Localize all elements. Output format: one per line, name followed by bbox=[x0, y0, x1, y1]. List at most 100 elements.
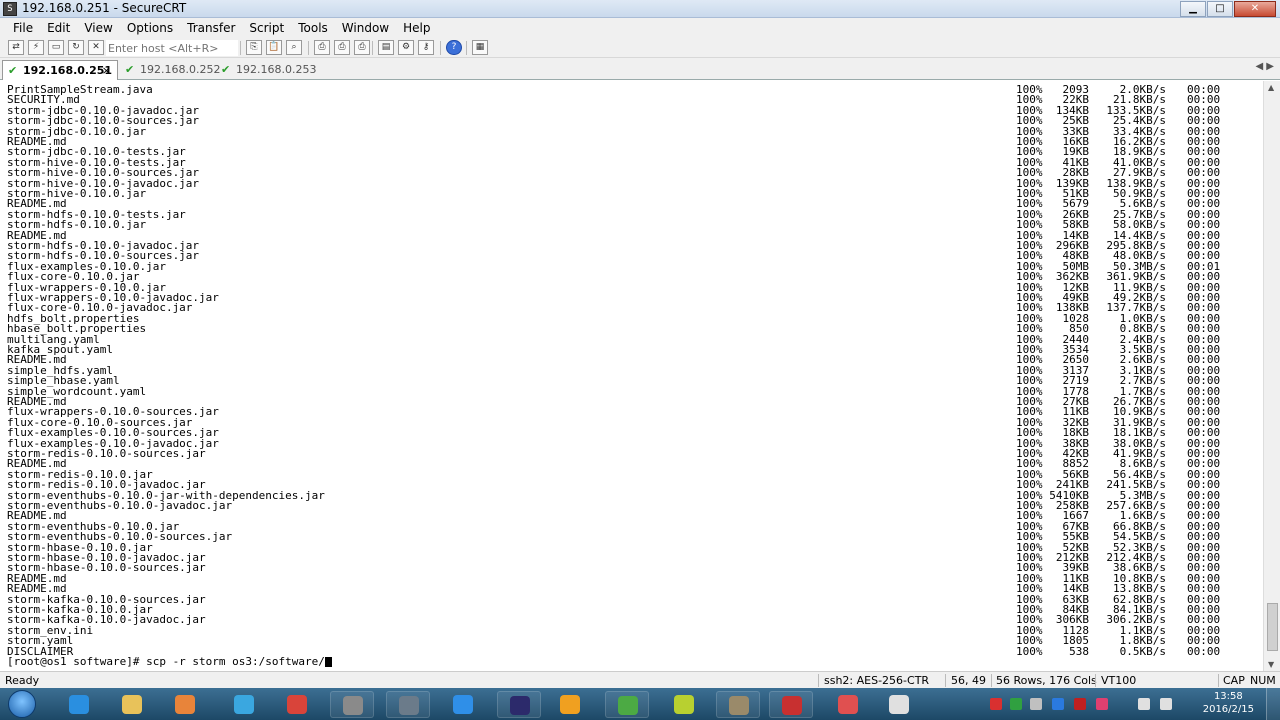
notes-taskbar-button[interactable] bbox=[441, 691, 485, 718]
scroll-down-icon[interactable]: ▼ bbox=[1268, 660, 1274, 669]
pdf-icon bbox=[782, 696, 802, 715]
status-caps-lock: CAP bbox=[1223, 674, 1245, 687]
network-taskbar-button[interactable] bbox=[222, 691, 266, 718]
notes-icon bbox=[453, 695, 473, 714]
tray-app-gray-icon[interactable] bbox=[1030, 698, 1042, 710]
tray-app-pink-icon[interactable] bbox=[1096, 698, 1108, 710]
session-tab-bar: ◀ ▶ ✔ 192.168.0.251 × ✔ 192.168.0.252 ✔ 192.16… bbox=[0, 58, 1280, 80]
command-text: [root@os1 software]# scp -r storm os3:/s… bbox=[7, 655, 325, 668]
eclipse-icon bbox=[510, 696, 530, 715]
virtualbox-icon bbox=[560, 695, 580, 714]
menu-file[interactable]: File bbox=[6, 18, 40, 38]
menu-help[interactable]: Help bbox=[396, 18, 437, 38]
close-tab-icon[interactable]: × bbox=[102, 61, 111, 80]
internet-explorer-taskbar-button[interactable] bbox=[57, 691, 101, 718]
help-icon[interactable]: ? bbox=[446, 40, 462, 55]
system-clock[interactable]: 13:58 2016/2/15 bbox=[1203, 690, 1254, 716]
menu-options[interactable]: Options bbox=[120, 18, 180, 38]
mindmap-taskbar-button[interactable] bbox=[662, 691, 706, 718]
tab-session-3[interactable]: ✔ 192.168.0.253 bbox=[216, 60, 316, 80]
close-button[interactable]: ✕ bbox=[1234, 1, 1276, 17]
menu-script[interactable]: Script bbox=[242, 18, 291, 38]
sogou-icon bbox=[889, 695, 909, 714]
window-titlebar[interactable]: S 192.168.0.251 - SecureCRT ▁ □ ✕ bbox=[0, 0, 1280, 18]
ftp-transfer-icon bbox=[729, 696, 749, 715]
print-setup-icon[interactable]: ⎙ bbox=[354, 40, 370, 55]
toolbar: ⇄ ⚡ ▭ ↻ ✕ ⎘ 📋 ⌕ ⎙ ⎙ ⎙ ▤ ⚙ ⚷? ▦ bbox=[0, 38, 1280, 58]
transfer-pct: 100% bbox=[1016, 644, 1043, 658]
window-title: 192.168.0.251 - SecureCRT bbox=[22, 1, 187, 15]
print-icon[interactable]: ⎙ bbox=[314, 40, 330, 55]
tab-session-2[interactable]: ✔ 192.168.0.252 bbox=[120, 60, 220, 80]
print-selection-icon[interactable]: ⎙ bbox=[334, 40, 350, 55]
tray-app-red-icon[interactable] bbox=[990, 698, 1002, 710]
ftp-transfer-taskbar-button[interactable] bbox=[716, 691, 760, 718]
menu-view[interactable]: View bbox=[77, 18, 119, 38]
tab-label: 192.168.0.253 bbox=[236, 63, 317, 76]
virtualbox-taskbar-button[interactable] bbox=[548, 691, 592, 718]
eclipse-taskbar-button[interactable] bbox=[497, 691, 541, 718]
tray-app-green-icon[interactable] bbox=[1010, 698, 1022, 710]
enter-host-input[interactable] bbox=[106, 40, 238, 56]
windows-taskbar: 13:58 2016/2/15 bbox=[0, 688, 1280, 720]
text-cursor bbox=[324, 657, 332, 667]
status-emulation: VT100 bbox=[1101, 674, 1137, 687]
maximize-button[interactable]: □ bbox=[1207, 1, 1233, 17]
connect-icon[interactable]: ⇄ bbox=[8, 40, 24, 55]
securecrt-app-icon: S bbox=[3, 2, 17, 16]
tab-session-1[interactable]: ✔ 192.168.0.251 × bbox=[2, 60, 118, 80]
remote-desktop-taskbar-button[interactable] bbox=[386, 691, 430, 718]
tray-bluetooth-icon[interactable] bbox=[1052, 698, 1064, 710]
menu-edit[interactable]: Edit bbox=[40, 18, 77, 38]
terminal-output[interactable]: PrintSampleStream.java 100% 2093 2.0KB/s 00:… bbox=[0, 81, 1262, 671]
network-icon bbox=[234, 695, 254, 714]
start-button[interactable] bbox=[8, 690, 36, 718]
status-cursor-position: 56, 49 bbox=[951, 674, 986, 687]
tab-scroll-arrows-icon[interactable]: ◀ ▶ bbox=[1255, 61, 1274, 72]
menu-bar: File Edit View Options Transfer Script Tools Wi… bbox=[0, 18, 1280, 38]
menu-transfer[interactable]: Transfer bbox=[180, 18, 242, 38]
connected-check-icon: ✔ bbox=[125, 63, 135, 76]
show-desktop-button[interactable] bbox=[1266, 688, 1280, 720]
file-explorer-icon bbox=[122, 695, 142, 714]
pencil-tool-icon bbox=[838, 695, 858, 714]
connect-in-tab-icon[interactable]: ▭ bbox=[48, 40, 64, 55]
media-player-taskbar-button[interactable] bbox=[163, 691, 207, 718]
find-icon[interactable]: ⌕ bbox=[286, 40, 302, 55]
options-icon[interactable]: ⚙ bbox=[398, 40, 414, 55]
ftp-client-taskbar-button[interactable] bbox=[330, 691, 374, 718]
pencil-tool-taskbar-button[interactable] bbox=[826, 691, 870, 718]
securecrt-taskbar-button[interactable] bbox=[605, 691, 649, 718]
paste-icon[interactable]: 📋 bbox=[266, 40, 282, 55]
keymap-icon[interactable]: ⚷ bbox=[418, 40, 434, 55]
tab-label: 192.168.0.252 bbox=[140, 63, 221, 76]
scrollbar-thumb[interactable] bbox=[1267, 603, 1278, 651]
tray-security-icon[interactable] bbox=[1074, 698, 1086, 710]
chrome-taskbar-button[interactable] bbox=[275, 691, 319, 718]
reconnect-icon[interactable]: ↻ bbox=[68, 40, 84, 55]
media-player-icon bbox=[175, 695, 195, 714]
command-prompt-line[interactable]: [root@os1 software]# scp -r storm os3:/s… bbox=[7, 655, 332, 668]
mindmap-icon bbox=[674, 695, 694, 714]
tray-volume-icon[interactable] bbox=[1160, 698, 1172, 710]
file-explorer-taskbar-button[interactable] bbox=[110, 691, 154, 718]
status-cipher: ssh2: AES-256-CTR bbox=[824, 674, 930, 687]
copy-icon[interactable]: ⎘ bbox=[246, 40, 262, 55]
transfer-time: 00:00 bbox=[1187, 644, 1221, 658]
window-controls: ▁ □ ✕ bbox=[1179, 1, 1276, 17]
terminal-scrollbar[interactable]: ▲ ▼ bbox=[1263, 81, 1280, 671]
screen-icon[interactable]: ▦ bbox=[472, 40, 488, 55]
sftp-icon[interactable]: ▤ bbox=[378, 40, 394, 55]
sogou-taskbar-button[interactable] bbox=[877, 691, 921, 718]
menu-tools[interactable]: Tools bbox=[291, 18, 335, 38]
chrome-icon bbox=[287, 695, 307, 714]
clock-date: 2016/2/15 bbox=[1202, 704, 1254, 715]
status-bar: Ready ssh2: AES-256-CTR 56, 49 56 Rows, … bbox=[0, 671, 1280, 688]
minimize-button[interactable]: ▁ bbox=[1180, 1, 1206, 17]
scroll-up-icon[interactable]: ▲ bbox=[1268, 83, 1274, 92]
pdf-taskbar-button[interactable] bbox=[769, 691, 813, 718]
menu-window[interactable]: Window bbox=[335, 18, 396, 38]
disconnect-icon[interactable]: ✕ bbox=[88, 40, 104, 55]
quick-connect-icon[interactable]: ⚡ bbox=[28, 40, 44, 55]
tray-network-icon[interactable] bbox=[1138, 698, 1150, 710]
